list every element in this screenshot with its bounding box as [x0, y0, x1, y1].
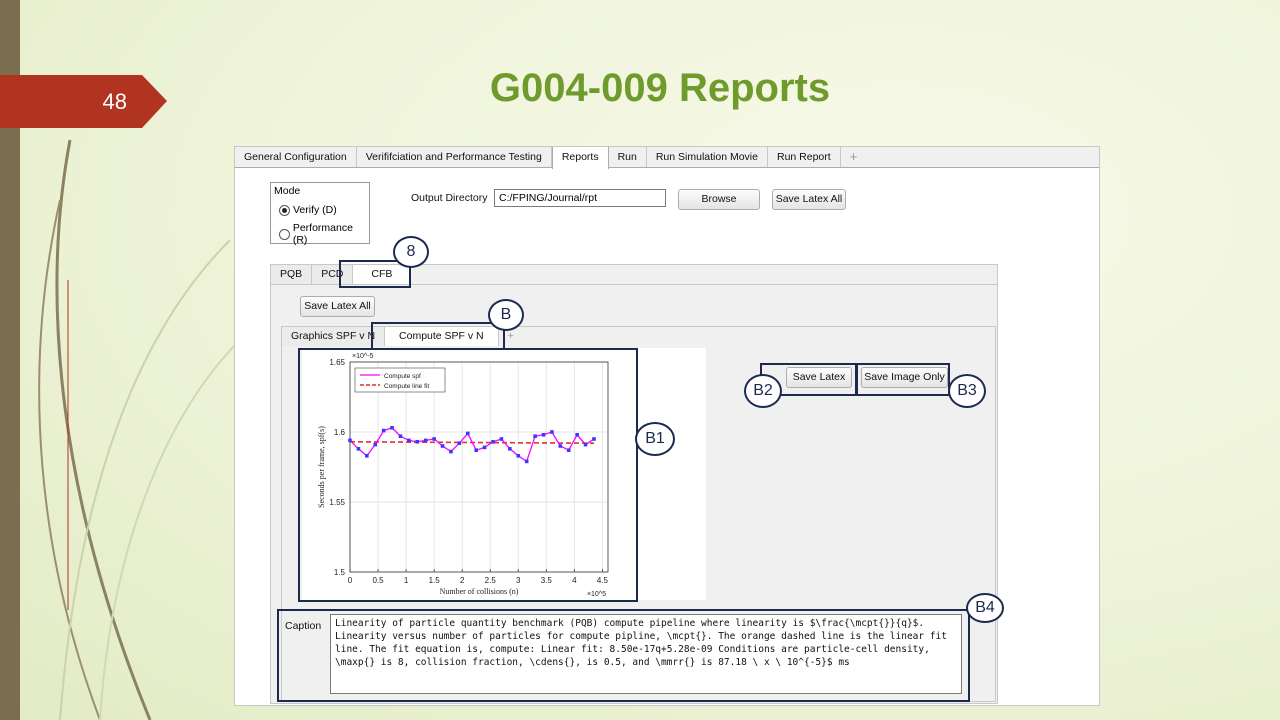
- mode-group: Mode Verify (D) Performance (R): [270, 182, 370, 246]
- tab-general-configuration[interactable]: General Configuration: [235, 147, 357, 167]
- annotation-rect-b1: [298, 348, 638, 602]
- tab-run[interactable]: Run: [609, 147, 647, 167]
- tab-run-report[interactable]: Run Report: [768, 147, 841, 167]
- annotation-b1: B1: [635, 422, 675, 456]
- radio-performance[interactable]: [279, 228, 290, 240]
- annotation-b2: B2: [744, 374, 782, 408]
- tab-run-simulation-movie[interactable]: Run Simulation Movie: [647, 147, 768, 167]
- save-latex-all-button[interactable]: Save Latex All: [772, 189, 846, 210]
- radio-verify[interactable]: [279, 204, 290, 216]
- cfb-save-latex-all-button[interactable]: Save Latex All: [300, 296, 375, 317]
- mode-option-verify[interactable]: Verify (D): [279, 204, 337, 216]
- radio-verify-label: Verify (D): [293, 204, 337, 216]
- tab-graphics-spf[interactable]: Graphics SPF v N: [282, 327, 386, 346]
- annotation-rect-b: [371, 322, 505, 350]
- slide-title: G004-009 Reports: [489, 66, 831, 110]
- annotation-b: B: [488, 299, 524, 331]
- main-tab-strip: General Configuration Verififciation and…: [235, 147, 1099, 169]
- tab-verification-performance[interactable]: Verififciation and Performance Testing: [357, 147, 552, 167]
- output-directory-label: Output Directory: [411, 192, 488, 204]
- mode-title: Mode: [274, 185, 301, 197]
- radio-performance-label: Performance (R): [292, 222, 353, 246]
- annotation-b3: B3: [948, 374, 986, 408]
- add-tab-button[interactable]: +: [841, 147, 867, 167]
- annotation-rect-b4: [277, 609, 970, 702]
- browse-button[interactable]: Browse: [678, 189, 760, 210]
- annotation-rect-b3: [856, 363, 950, 396]
- output-directory-input[interactable]: C:/FPING/Journal/rpt: [494, 189, 666, 207]
- tab-pqb[interactable]: PQB: [271, 265, 313, 284]
- annotation-8: 8: [393, 236, 429, 268]
- mode-option-performance[interactable]: Performance (R): [279, 222, 369, 246]
- tab-reports[interactable]: Reports: [551, 147, 609, 169]
- annotation-b4: B4: [966, 593, 1004, 623]
- slide-number: 48: [0, 75, 167, 128]
